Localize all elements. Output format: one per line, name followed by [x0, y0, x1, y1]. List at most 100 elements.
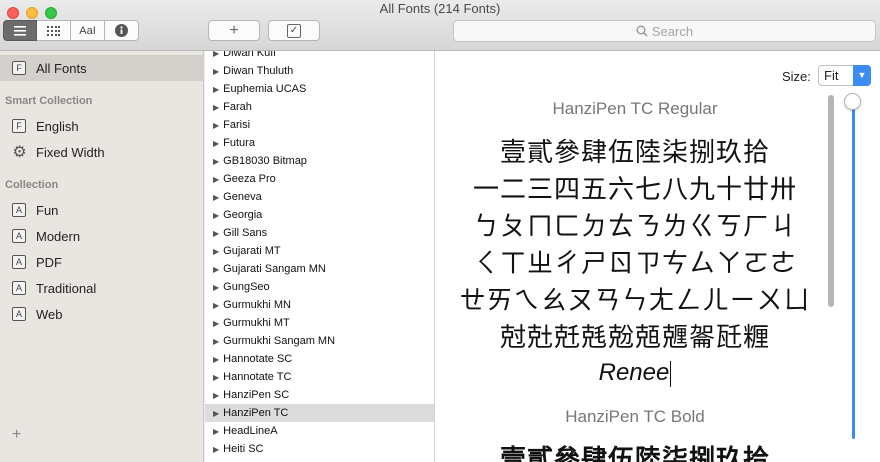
- font-row[interactable]: ▶ Geeza Pro: [205, 170, 434, 188]
- font-row[interactable]: ▶ Gill Sans: [205, 224, 434, 242]
- font-name: Diwan Thuluth: [223, 65, 294, 77]
- sample-line: 壹貳參肆伍陸柒捌玖拾: [499, 137, 770, 167]
- sample-line: ㄝㄞㄟㄠㄡㄢㄣㄤㄥㄦㄧㄨㄩ: [459, 285, 811, 315]
- search-field[interactable]: Search: [453, 20, 876, 42]
- sidebar-item-label: PDF: [36, 254, 62, 270]
- collection-icon: A: [12, 255, 26, 269]
- disclosure-triangle-icon[interactable]: ▶: [213, 337, 219, 346]
- enable-font-button[interactable]: ✓: [268, 20, 320, 41]
- disclosure-triangle-icon[interactable]: ▶: [213, 139, 219, 148]
- sidebar-item-modern[interactable]: A Modern: [12, 225, 80, 247]
- sample-line: ㄅㄆㄇㄈㄉㄊㄋㄌㄍㄎㄏㄐ: [472, 211, 797, 241]
- font-file-icon: F: [12, 119, 26, 133]
- font-name: Euphemia UCAS: [223, 83, 307, 95]
- sidebar-item-all-fonts[interactable]: F All Fonts: [12, 57, 87, 79]
- sidebar-item-fun[interactable]: A Fun: [12, 199, 58, 221]
- size-select[interactable]: Fit ▼: [818, 65, 871, 86]
- disclosure-triangle-icon[interactable]: ▶: [213, 121, 219, 130]
- font-name: Hannotate SC: [223, 353, 293, 365]
- disclosure-triangle-icon[interactable]: ▶: [213, 193, 219, 202]
- disclosure-triangle-icon[interactable]: ▶: [213, 175, 219, 184]
- font-row[interactable]: ▶ HeadLineA: [205, 422, 434, 440]
- chevron-down-icon: ▼: [853, 65, 871, 86]
- font-row-selected[interactable]: ▶ HanziPen TC: [205, 404, 434, 422]
- font-row[interactable]: ▶ Gurmukhi Sangam MN: [205, 332, 434, 350]
- font-row[interactable]: ▶ Heiti SC: [205, 440, 434, 458]
- disclosure-triangle-icon[interactable]: ▶: [213, 103, 219, 112]
- info-view-button[interactable]: [105, 20, 139, 41]
- font-row[interactable]: ▶ Hannotate SC: [205, 350, 434, 368]
- title-bar: All Fonts (214 Fonts) AaI + ✓ Search: [0, 0, 880, 51]
- font-row[interactable]: ▶ HanziPen SC: [205, 386, 434, 404]
- list-view-button[interactable]: [3, 20, 37, 41]
- disclosure-triangle-icon[interactable]: ▶: [213, 319, 219, 328]
- add-collection-button[interactable]: +: [12, 426, 21, 444]
- disclosure-triangle-icon[interactable]: ▶: [213, 445, 219, 454]
- disclosure-triangle-icon[interactable]: ▶: [213, 301, 219, 310]
- font-row[interactable]: ▶ Farisi: [205, 116, 434, 134]
- font-name: GB18030 Bitmap: [223, 155, 307, 167]
- sidebar-item-label: Fun: [36, 202, 59, 218]
- font-row[interactable]: ▶ Gurmukhi MT: [205, 314, 434, 332]
- disclosure-triangle-icon[interactable]: ▶: [213, 427, 219, 436]
- font-row[interactable]: ▶ GungSeo: [205, 278, 434, 296]
- sample-line-bold: 壹貳參肆伍陸柒捌玖拾: [499, 444, 770, 462]
- sidebar-item-label: Modern: [36, 228, 81, 244]
- disclosure-triangle-icon[interactable]: ▶: [213, 391, 219, 400]
- font-row[interactable]: ▶ Farah: [205, 98, 434, 116]
- disclosure-triangle-icon[interactable]: ▶: [213, 85, 219, 94]
- disclosure-triangle-icon[interactable]: ▶: [213, 373, 219, 382]
- disclosure-triangle-icon[interactable]: ▶: [213, 229, 219, 238]
- font-row[interactable]: ▶ Gurmukhi MN: [205, 296, 434, 314]
- preview-scrollbar[interactable]: [828, 95, 834, 307]
- size-slider[interactable]: [852, 101, 855, 439]
- sidebar-item-web[interactable]: A Web: [12, 303, 63, 325]
- font-name: Gurmukhi MT: [223, 317, 290, 329]
- font-row[interactable]: ▶ Futura: [205, 134, 434, 152]
- font-row[interactable]: ▶ Gujarati MT: [205, 242, 434, 260]
- sidebar-item-fixed-width[interactable]: ⚙ Fixed Width: [12, 141, 104, 163]
- sidebar-item-traditional[interactable]: A Traditional: [12, 277, 96, 299]
- sample-view-button[interactable]: AaI: [71, 20, 105, 41]
- sidebar-item-label: Traditional: [36, 280, 97, 296]
- disclosure-triangle-icon[interactable]: ▶: [213, 211, 219, 220]
- font-file-icon: F: [12, 61, 26, 75]
- size-slider-knob[interactable]: [844, 93, 861, 110]
- font-name: HanziPen TC: [223, 407, 289, 419]
- size-value: Fit: [824, 68, 839, 83]
- font-row[interactable]: ▶ Hannotate TC: [205, 368, 434, 386]
- sidebar-item-label: Web: [36, 306, 63, 322]
- font-row[interactable]: ▶ Geneva: [205, 188, 434, 206]
- disclosure-triangle-icon[interactable]: ▶: [213, 265, 219, 274]
- font-name: Gurmukhi Sangam MN: [223, 335, 336, 347]
- size-label: Size:: [782, 69, 811, 84]
- search-placeholder: Search: [651, 23, 694, 39]
- typed-text: Renee: [598, 359, 670, 386]
- sample-view-label: AaI: [79, 24, 96, 37]
- sidebar-item-label: All Fonts: [36, 60, 87, 76]
- disclosure-triangle-icon[interactable]: ▶: [213, 355, 219, 364]
- disclosure-triangle-icon[interactable]: ▶: [213, 157, 219, 166]
- font-row[interactable]: ▶ GB18030 Bitmap: [205, 152, 434, 170]
- sample-line: 一二三四五六七八九十廿卅: [472, 174, 797, 204]
- font-list: ▶ Diwan Kufi ▶ Diwan Thuluth ▶ Euphemia UCA…: [205, 51, 435, 462]
- disclosure-triangle-icon[interactable]: ▶: [213, 51, 219, 58]
- font-row[interactable]: ▶ Georgia: [205, 206, 434, 224]
- add-font-button[interactable]: +: [208, 20, 260, 41]
- search-icon: [636, 25, 648, 37]
- disclosure-triangle-icon[interactable]: ▶: [213, 283, 219, 292]
- disclosure-triangle-icon[interactable]: ▶: [213, 247, 219, 256]
- disclosure-triangle-icon[interactable]: ▶: [213, 409, 219, 418]
- font-name: Farisi: [223, 119, 251, 131]
- custom-sample-text[interactable]: Renee: [435, 359, 835, 387]
- disclosure-triangle-icon[interactable]: ▶: [213, 67, 219, 76]
- font-row[interactable]: ▶ Euphemia UCAS: [205, 80, 434, 98]
- collection-heading: Collection: [5, 179, 59, 191]
- collection-icon: A: [12, 307, 26, 321]
- sidebar-item-pdf[interactable]: A PDF: [12, 251, 62, 273]
- grid-view-button[interactable]: [37, 20, 71, 41]
- sidebar-item-english[interactable]: F English: [12, 115, 79, 137]
- font-row[interactable]: ▶ Diwan Thuluth: [205, 62, 434, 80]
- font-row[interactable]: ▶ Diwan Kufi: [205, 51, 434, 62]
- font-row[interactable]: ▶ Gujarati Sangam MN: [205, 260, 434, 278]
